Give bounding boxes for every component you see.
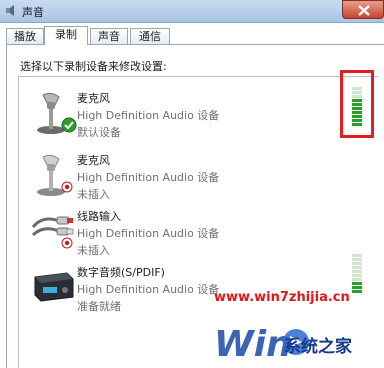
device-status: 准备就绪 bbox=[77, 300, 121, 313]
close-icon bbox=[358, 5, 370, 16]
tab-recording[interactable]: 录制 bbox=[44, 26, 88, 45]
device-name: 线路输入 bbox=[77, 210, 121, 223]
device-item-microphone[interactable]: 麦克风 High Definition Audio 设备 未插入 bbox=[19, 145, 349, 201]
unplugged-icon bbox=[61, 181, 73, 193]
watermark-site-name: 系统之家 bbox=[284, 337, 352, 357]
spdif-device-icon bbox=[34, 272, 74, 302]
default-check-icon bbox=[61, 117, 77, 133]
close-button[interactable] bbox=[342, 0, 384, 19]
meter-segment bbox=[352, 286, 362, 289]
device-description: High Definition Audio 设备 bbox=[77, 227, 220, 240]
meter-segment bbox=[352, 254, 362, 257]
svg-text:Win: Win bbox=[214, 324, 292, 365]
instructions-label: 选择以下录制设备来修改设置: bbox=[20, 60, 167, 73]
device-status: 未插入 bbox=[77, 244, 110, 257]
highlight-box bbox=[340, 70, 374, 138]
device-name: 麦克风 bbox=[77, 154, 110, 167]
device-description: High Definition Audio 设备 bbox=[77, 171, 220, 184]
speaker-app-icon bbox=[6, 5, 14, 16]
title-bar: 声音 bbox=[0, 0, 384, 23]
device-description: High Definition Audio 设备 bbox=[77, 283, 220, 296]
device-item-line-in[interactable]: 线路输入 High Definition Audio 设备 未插入 bbox=[19, 201, 349, 257]
device-status: 默认设备 bbox=[77, 126, 121, 139]
device-name: 麦克风 bbox=[77, 92, 110, 105]
meter-segment bbox=[352, 258, 362, 261]
meter-segment bbox=[352, 270, 362, 273]
device-description: High Definition Audio 设备 bbox=[77, 109, 220, 122]
device-item-microphone-default[interactable]: 麦克风 High Definition Audio 设备 默认设备 bbox=[19, 83, 349, 139]
level-meter bbox=[352, 254, 362, 294]
meter-segment bbox=[352, 262, 362, 265]
device-status: 未插入 bbox=[77, 188, 110, 201]
window-title: 声音 bbox=[22, 6, 44, 19]
tab-playback[interactable]: 播放 bbox=[6, 28, 44, 44]
unplugged-icon bbox=[61, 237, 73, 249]
meter-segment bbox=[352, 282, 362, 285]
meter-segment bbox=[352, 274, 362, 277]
tab-sounds[interactable]: 声音 bbox=[90, 28, 128, 44]
watermark-url: www.win7zhijia.cn bbox=[214, 290, 350, 305]
tab-communications[interactable]: 通信 bbox=[130, 28, 170, 44]
meter-segment bbox=[352, 266, 362, 269]
meter-segment bbox=[352, 290, 362, 293]
device-name: 数字音频(S/PDIF) bbox=[77, 266, 165, 279]
meter-segment bbox=[352, 278, 362, 281]
